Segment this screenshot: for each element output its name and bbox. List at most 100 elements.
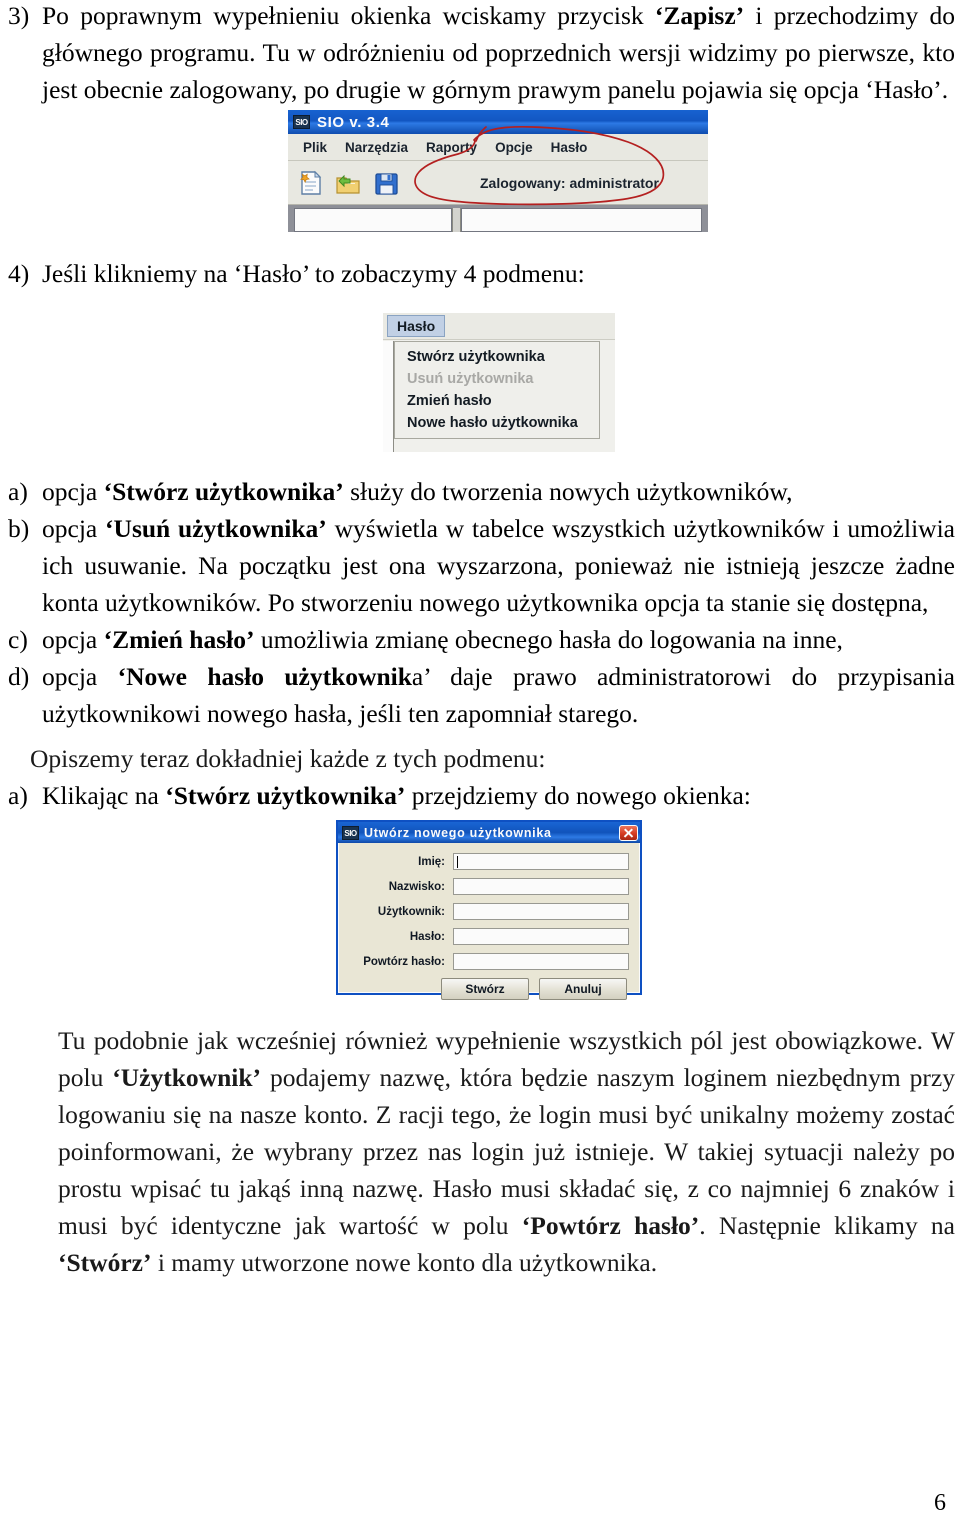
- sio-menubar: Plik Narzędzia Raporty Opcje Hasło: [288, 134, 708, 161]
- menu-item-opcje[interactable]: Opcje: [486, 138, 542, 157]
- list-marker: d): [8, 662, 30, 691]
- bold-run: ‘Stwórz użytkownika’: [103, 477, 344, 506]
- menu-bar: Hasło: [383, 313, 615, 340]
- sio-main-window-screenshot: SIO SIO v. 3.4 Plik Narzędzia Raporty Op…: [288, 110, 708, 232]
- paragraph-3: 3) Po poprawnym wypełnieniu okienka wcis…: [8, 0, 955, 108]
- sio-app-icon: SIO: [293, 115, 310, 129]
- bold-run: ‘Stwórz’: [58, 1248, 152, 1277]
- menu-item-nowe-haslo-uzytkownika[interactable]: Nowe hasło użytkownika: [395, 412, 599, 434]
- text-run: . Następnie klikamy na: [699, 1211, 955, 1240]
- paragraph-text: Jeśli klikniemy na ‘Hasło’ to zobaczymy …: [42, 259, 585, 288]
- paragraph-text: opcja ‘Nowe hasło użytkownika’ daje praw…: [42, 658, 955, 732]
- list-item-d: d) opcja ‘Nowe hasło użytkownika’ daje p…: [8, 658, 955, 732]
- paragraph-opiszemy: Opiszemy teraz dokładniej każde z tych p…: [30, 740, 955, 777]
- window-left-edge: [383, 341, 394, 452]
- text-run: i mamy utworzone nowe konto dla użytkown…: [151, 1248, 658, 1277]
- logged-in-status: Zalogowany: administrator: [480, 174, 659, 191]
- haslo-dropdown-popup: Stwórz użytkownika Usuń użytkownika Zmie…: [394, 341, 600, 439]
- dialog-title: Utwórz nowego użytkownika: [364, 825, 552, 840]
- paragraph-text: Po poprawnym wypełnieniu okienka wciskam…: [42, 0, 955, 108]
- list-marker: b): [8, 514, 30, 543]
- workspace-right-pane: [461, 208, 702, 232]
- powtorz-haslo-input[interactable]: [453, 953, 629, 970]
- list-marker: a): [8, 781, 28, 810]
- text-run: Po poprawnym wypełnieniu okienka wciskam…: [42, 1, 655, 30]
- text-run: umożliwia zmianę obecnego hasła do logow…: [254, 625, 843, 654]
- sio-window-title: SIO v. 3.4: [317, 113, 390, 131]
- paragraph-text: Tu podobnie jak wcześniej również wypełn…: [58, 1022, 955, 1281]
- list-marker: a): [8, 477, 28, 506]
- haslo-input[interactable]: [453, 928, 629, 945]
- paragraph-text: opcja ‘Zmień hasło’ umożliwia zmianę obe…: [42, 621, 955, 658]
- list-item: 4) Jeśli klikniemy na ‘Hasło’ to zobaczy…: [8, 255, 955, 292]
- sio-titlebar: SIO SIO v. 3.4: [288, 110, 708, 134]
- haslo-menu-screenshot: Hasło Stwórz użytkownika Usuń użytkownik…: [383, 313, 615, 452]
- list-marker: c): [8, 625, 28, 654]
- stworz-button[interactable]: Stwórz: [441, 978, 529, 1000]
- bold-run: ‘Użytkownik’: [112, 1063, 262, 1092]
- save-icon[interactable]: [371, 167, 401, 199]
- field-row-nazwisko: Nazwisko:: [345, 876, 629, 897]
- page-number: 6: [934, 1490, 946, 1516]
- list-item-c: c) opcja ‘Zmień hasło’ umożliwia zmianę …: [8, 621, 955, 658]
- list-marker: 3): [8, 1, 30, 30]
- uzytkownik-input[interactable]: [453, 903, 629, 920]
- workspace-left-pane: [294, 208, 452, 232]
- create-user-dialog-screenshot: SIO Utwórz nowego użytkownika Imię: Nazw…: [336, 820, 642, 1000]
- bold-run: ‘Usuń użytkownika’: [105, 514, 327, 543]
- bold-run: ‘Powtórz hasło’: [521, 1211, 700, 1240]
- menu-item-stworz-uzytkownika[interactable]: Stwórz użytkownika: [395, 346, 599, 368]
- paragraph-4: 4) Jeśli klikniemy na ‘Hasło’ to zobaczy…: [8, 255, 955, 292]
- paragraph-text: opcja ‘Usuń użytkownika’ wyświetla w tab…: [42, 510, 955, 621]
- paragraph-a-klikajac: a) Klikając na ‘Stwórz użytkownika’ prze…: [8, 777, 955, 814]
- dialog-body: Imię: Nazwisko: Użytkownik: Hasło: Powtó…: [338, 843, 640, 1000]
- label-imie: Imię:: [418, 855, 445, 868]
- field-row-imie: Imię:: [345, 851, 629, 872]
- imie-input[interactable]: [453, 853, 629, 870]
- label-uzytkownik: Użytkownik:: [377, 905, 445, 918]
- paragraph-text: Opiszemy teraz dokładniej każde z tych p…: [30, 744, 546, 773]
- menu-item-haslo[interactable]: Hasło: [542, 138, 597, 157]
- list-item-b: b) opcja ‘Usuń użytkownika’ wyświetla w …: [8, 510, 955, 621]
- dialog-titlebar: SIO Utwórz nowego użytkownika: [338, 822, 640, 843]
- list-item-a: a) opcja ‘Stwórz użytkownika’ służy do t…: [8, 473, 955, 510]
- document-page: 3) Po poprawnym wypełnieniu okienka wcis…: [0, 0, 960, 1537]
- text-run: przejdziemy do nowego okienka:: [405, 781, 751, 810]
- menu-item-raporty[interactable]: Raporty: [417, 138, 486, 157]
- dialog-button-row: Stwórz Anuluj: [345, 978, 629, 1000]
- label-powtorz-haslo: Powtórz hasło:: [363, 955, 445, 968]
- menu-item-zmien-haslo[interactable]: Zmień hasło: [395, 390, 599, 412]
- sio-toolbar: Zalogowany: administrator: [288, 161, 708, 205]
- bold-run: ‘Zapisz’: [654, 1, 745, 30]
- options-list: a) opcja ‘Stwórz użytkownika’ służy do t…: [8, 473, 955, 732]
- paragraph-text: opcja ‘Stwórz użytkownika’ służy do twor…: [42, 473, 955, 510]
- workspace-splitter[interactable]: [452, 208, 461, 232]
- list-item: a) Klikając na ‘Stwórz użytkownika’ prze…: [8, 777, 955, 814]
- text-run: Klikając na: [42, 781, 166, 810]
- label-nazwisko: Nazwisko:: [388, 880, 445, 893]
- nazwisko-input[interactable]: [453, 878, 629, 895]
- menu-item-plik[interactable]: Plik: [294, 138, 336, 157]
- text-run: służy do tworzenia nowych użytkowników,: [343, 477, 793, 506]
- menu-item-haslo-active[interactable]: Hasło: [387, 315, 446, 337]
- text-run: opcja: [42, 477, 104, 506]
- field-row-powtorz-haslo: Powtórz hasło:: [345, 951, 629, 972]
- anuluj-button[interactable]: Anuluj: [539, 978, 627, 1000]
- list-item: 3) Po poprawnym wypełnieniu okienka wcis…: [8, 0, 955, 108]
- sio-app-icon: SIO: [342, 825, 359, 840]
- close-icon[interactable]: [619, 824, 638, 841]
- field-row-haslo: Hasło:: [345, 926, 629, 947]
- paragraph-text: Klikając na ‘Stwórz użytkownika’ przejdz…: [42, 777, 955, 814]
- open-folder-icon[interactable]: [333, 167, 363, 199]
- menu-item-usun-uzytkownika: Usuń użytkownika: [407, 371, 534, 387]
- label-haslo: Hasło:: [409, 930, 445, 943]
- text-run: opcja: [42, 514, 106, 543]
- text-run: opcja: [42, 662, 118, 691]
- new-document-icon[interactable]: [295, 167, 325, 199]
- paragraph-final: Tu podobnie jak wcześniej również wypełn…: [58, 1022, 955, 1281]
- sio-workspace: [288, 205, 708, 232]
- list-marker: 4): [8, 259, 30, 288]
- bold-run: ‘Stwórz użytkownika’: [165, 781, 406, 810]
- text-run: opcja: [42, 625, 104, 654]
- menu-item-narzedzia[interactable]: Narzędzia: [336, 138, 417, 157]
